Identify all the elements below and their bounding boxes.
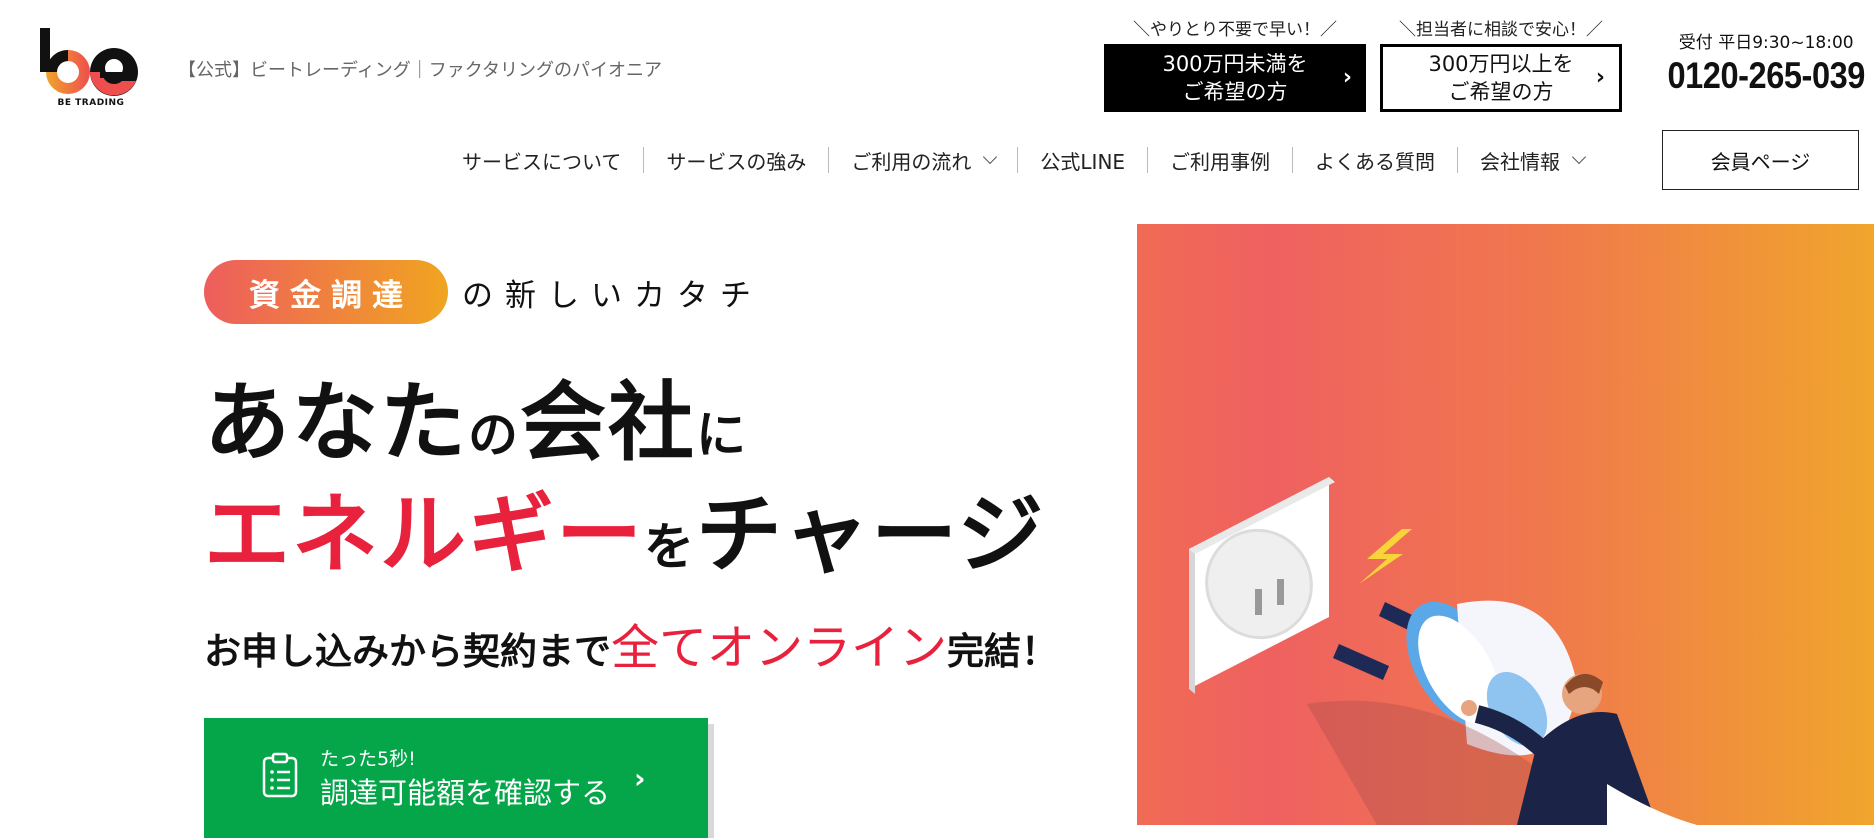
nav-item-service[interactable]: サービスについて: [440, 147, 643, 174]
heading-text: チャージ: [696, 485, 1046, 585]
nav-item-label: 会社情報: [1480, 149, 1561, 174]
nav-item-cases[interactable]: ご利用事例: [1147, 147, 1292, 174]
hero-illustration: [1137, 224, 1874, 825]
heading-highlight: エネルギー: [204, 485, 644, 585]
member-page-button[interactable]: 会員ページ: [1662, 130, 1859, 190]
cta-under-3m: ＼やりとり不要で早い！／ 300万円未満を ご希望の方 ›: [1104, 18, 1366, 112]
phone-number-link[interactable]: 0120-265-039: [1667, 55, 1865, 97]
nav-item-label: サービスについて: [462, 149, 622, 174]
cta-under-3m-line1: 300万円未満を: [1162, 52, 1308, 76]
plug-socket-illustration: [1189, 477, 1697, 825]
chevron-right-icon: ›: [1595, 65, 1605, 90]
heading-particle: の: [468, 406, 520, 464]
nav-item-label: よくある質問: [1315, 149, 1436, 174]
nav-item-label: サービスの強み: [666, 149, 807, 174]
logo-wordmark: BE TRADING: [57, 98, 125, 108]
site-tagline: 【公式】ビートレーディング｜ファクタリングのパイオニア: [178, 60, 663, 81]
cta-main-text: 調達可能額を確認する: [320, 776, 611, 810]
phone-hours: 受付 平日9:30~18:00: [1678, 33, 1854, 53]
heading-particle: を: [644, 518, 696, 576]
cta-over-3m-caption: ＼担当者に相談で安心！／: [1399, 20, 1603, 40]
nav-item-label: ご利用事例: [1170, 149, 1271, 174]
phone-contact: 受付 平日9:30~18:00 0120-265-039: [1654, 28, 1874, 97]
nav-item-faq[interactable]: よくある質問: [1292, 147, 1457, 174]
logo-mark-icon: [40, 28, 138, 96]
subheading-text: 完結！: [947, 630, 1059, 673]
check-amount-button[interactable]: たった5秒! 調達可能額を確認する ›: [204, 718, 708, 838]
cta-over-3m-line2: ご希望の方: [1448, 80, 1554, 104]
chevron-down-icon: [983, 149, 998, 165]
main-nav: サービスについて サービスの強み ご利用の流れ 公式LINE ご利用事例 よくあ…: [440, 142, 1606, 178]
cta-over-3m-button[interactable]: 300万円以上を ご希望の方 ›: [1380, 44, 1622, 112]
cta-small-text: たった5秒!: [320, 748, 416, 770]
clipboard-icon: [262, 752, 298, 798]
nav-item-flow[interactable]: ご利用の流れ: [828, 147, 1017, 174]
subheading-highlight: 全てオンライン: [611, 620, 948, 676]
hero-pill-badge: 資金調達: [204, 260, 448, 324]
heading-particle: に: [696, 406, 748, 464]
heading-text: あなた: [204, 373, 468, 473]
nav-item-company[interactable]: 会社情報: [1457, 147, 1606, 174]
cta-under-3m-line2: ご希望の方: [1182, 80, 1288, 104]
hero-subheading: お申し込みから契約まで全てオンライン完結！: [204, 608, 1058, 678]
subheading-text: お申し込みから契約まで: [204, 630, 611, 673]
chevron-down-icon: [1571, 149, 1587, 165]
hero-heading-line2: エネルギーをチャージ: [204, 464, 1045, 589]
chevron-right-icon: ›: [634, 762, 646, 795]
cta-under-3m-button[interactable]: 300万円未満を ご希望の方 ›: [1104, 44, 1366, 112]
cta-under-3m-caption: ＼やりとり不要で早い！／: [1133, 20, 1337, 40]
cta-over-3m: ＼担当者に相談で安心！／ 300万円以上を ご希望の方 ›: [1380, 18, 1622, 112]
cta-over-3m-line1: 300万円以上を: [1428, 52, 1574, 76]
nav-item-strengths[interactable]: サービスの強み: [643, 147, 828, 174]
heading-text: 会社: [520, 373, 696, 473]
chevron-right-icon: ›: [1342, 65, 1352, 90]
hero-pill-caption: の新しいカタチ: [462, 278, 763, 314]
nav-item-line[interactable]: 公式LINE: [1017, 147, 1147, 174]
hero-heading-line1: あなたの会社に: [204, 352, 748, 477]
nav-item-label: ご利用の流れ: [851, 149, 972, 174]
nav-item-label: 公式LINE: [1040, 149, 1126, 174]
brand-logo[interactable]: BE TRADING: [38, 26, 144, 112]
